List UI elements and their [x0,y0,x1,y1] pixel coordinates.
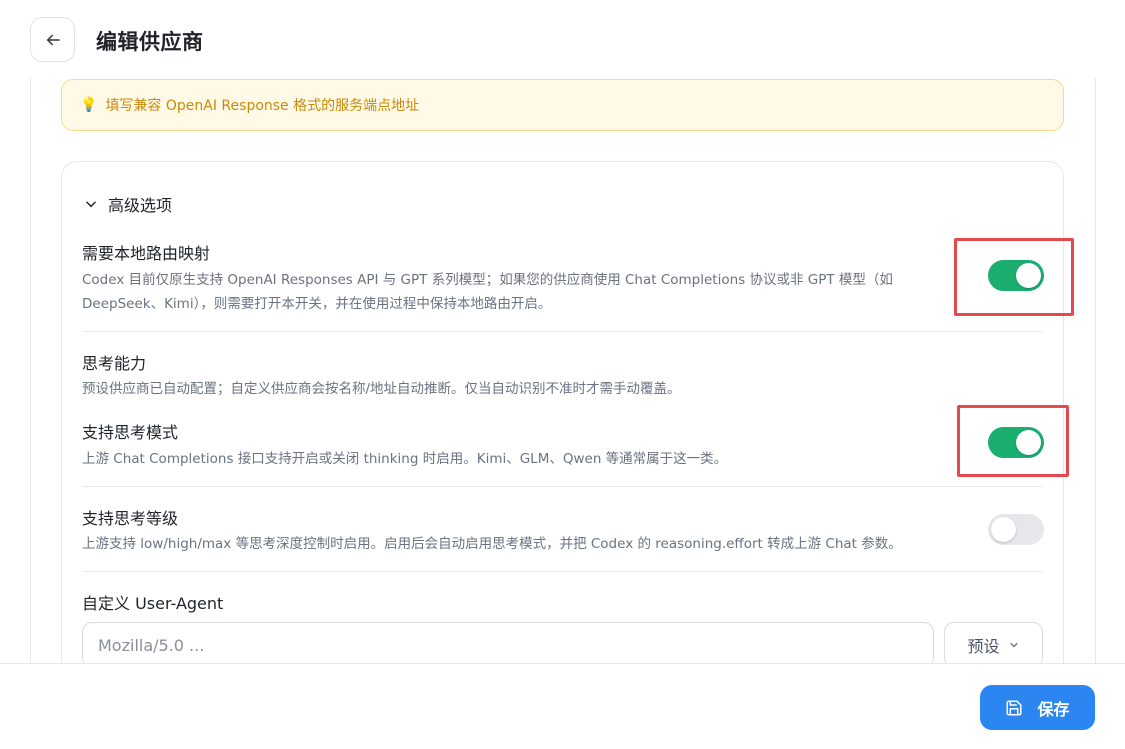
chevron-down-icon [84,197,98,211]
back-button[interactable] [30,17,75,62]
thinking-level-toggle[interactable] [988,514,1044,545]
local-route-desc-line1: Codex 目前仅原生支持 OpenAI Responses API 与 GPT… [82,272,893,288]
local-route-desc-line2: DeepSeek、Kimi），则需要打开本开关，并在使用过程中保持本地路由开启。 [82,296,552,312]
save-icon [1005,699,1023,717]
thinking-mode-desc: 上游 Chat Completions 接口支持开启或关闭 thinking 时… [82,451,728,467]
thinking-mode-title: 支持思考模式 [82,423,179,442]
advanced-options-card [61,161,1064,701]
thinking-level-title: 支持思考等级 [82,509,179,528]
thinking-level-desc: 上游支持 low/high/max 等思考深度控制时启用。启用后会自动启用思考模… [82,536,902,552]
divider [82,571,1043,572]
chevron-down-icon [1008,639,1020,651]
lightbulb-icon: 💡 [80,97,98,113]
preset-dropdown[interactable]: 预设 [944,622,1043,668]
local-route-toggle[interactable] [988,260,1044,291]
edit-provider-page: 编辑供应商 💡 填写兼容 OpenAI Response 格式的服务端点地址 高… [0,0,1125,749]
thinking-desc: 预设供应商已自动配置；自定义供应商会按名称/地址自动推断。仅当自动识别不准时才需… [82,381,681,397]
preset-label: 预设 [967,637,1000,656]
local-route-title: 需要本地路由映射 [82,244,211,263]
hint-text: 填写兼容 OpenAI Response 格式的服务端点地址 [105,98,420,114]
save-button[interactable]: 保存 [980,685,1095,730]
thinking-mode-toggle[interactable] [988,427,1044,458]
user-agent-input[interactable] [82,622,934,668]
divider [82,486,1043,487]
header: 编辑供应商 [0,0,1125,78]
toggle-knob [1016,263,1041,288]
thinking-title: 思考能力 [82,354,147,373]
toggle-knob [1016,430,1041,455]
footer-bar: 保存 [0,663,1125,749]
arrow-left-icon [46,34,60,45]
page-title: 编辑供应商 [96,30,204,54]
hint-banner: 💡 填写兼容 OpenAI Response 格式的服务端点地址 [61,79,1064,131]
divider [82,331,1043,332]
advanced-options-title: 高级选项 [108,196,173,215]
toggle-knob [991,517,1016,542]
advanced-options-toggle[interactable]: 高级选项 [84,192,172,216]
save-label: 保存 [1037,699,1070,719]
user-agent-label: 自定义 User-Agent [82,594,224,613]
